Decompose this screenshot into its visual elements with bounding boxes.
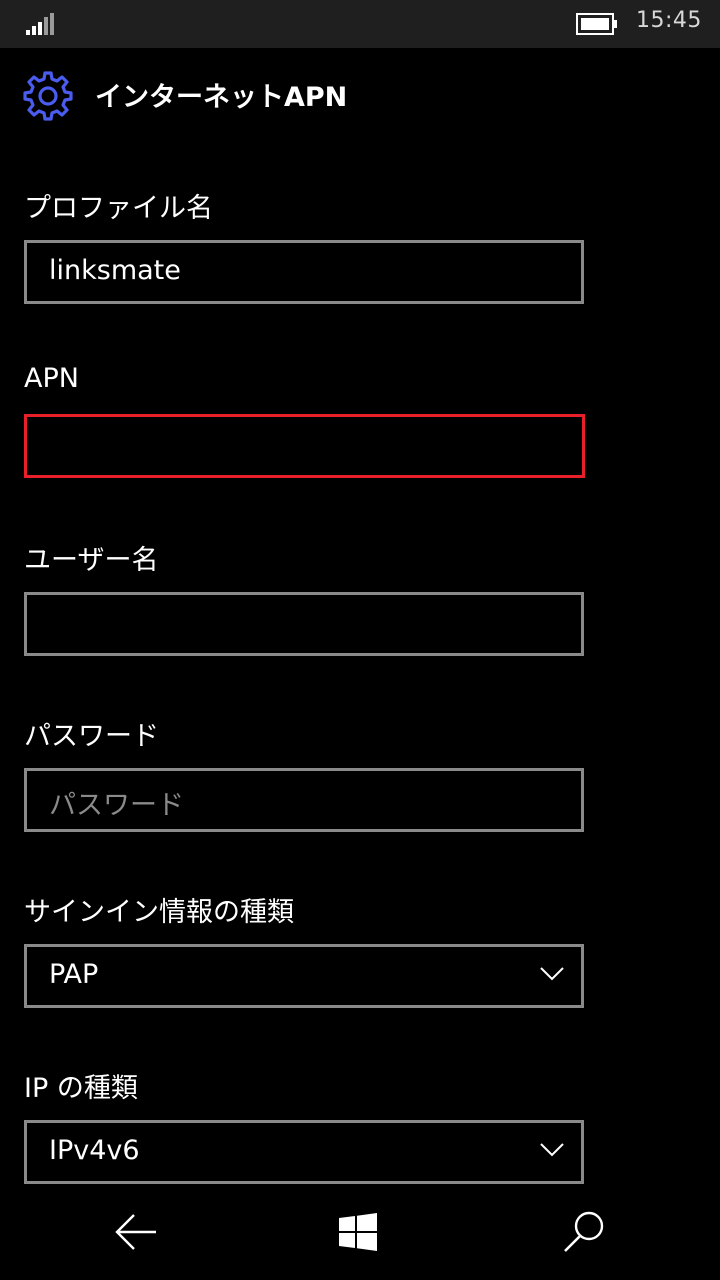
signal-strength-icon bbox=[26, 13, 54, 35]
profile-name-value: linksmate bbox=[49, 255, 181, 286]
navigation-bar bbox=[0, 1184, 720, 1280]
page-header: インターネットAPN bbox=[0, 48, 720, 144]
ip-type-selected: IPv4v6 bbox=[49, 1135, 140, 1166]
back-arrow-icon[interactable] bbox=[114, 1210, 158, 1254]
password-label: パスワード bbox=[24, 721, 159, 752]
apn-label: APN bbox=[24, 363, 79, 394]
ip-type-dropdown[interactable]: IPv4v6 bbox=[24, 1120, 584, 1184]
password-placeholder: パスワード bbox=[49, 790, 184, 821]
status-time: 15:45 bbox=[636, 8, 702, 33]
battery-icon bbox=[576, 13, 617, 35]
apn-input[interactable] bbox=[24, 414, 585, 478]
sign-in-type-label: サインイン情報の種類 bbox=[24, 897, 294, 928]
chevron-down-icon bbox=[540, 1143, 564, 1157]
username-input[interactable] bbox=[24, 592, 584, 656]
sign-in-type-dropdown[interactable]: PAP bbox=[24, 944, 584, 1008]
profile-name-input[interactable]: linksmate bbox=[24, 240, 584, 304]
page-title: インターネットAPN bbox=[95, 82, 348, 113]
status-bar: 15:45 bbox=[0, 0, 720, 48]
windows-start-icon[interactable] bbox=[338, 1212, 378, 1252]
gear-icon bbox=[23, 71, 73, 121]
ip-type-label: IP の種類 bbox=[24, 1073, 138, 1104]
profile-name-label: プロファイル名 bbox=[24, 193, 213, 224]
sign-in-type-selected: PAP bbox=[49, 959, 99, 990]
username-label: ユーザー名 bbox=[24, 545, 159, 576]
search-icon[interactable] bbox=[562, 1210, 606, 1254]
password-input[interactable]: パスワード bbox=[24, 768, 584, 832]
chevron-down-icon bbox=[540, 967, 564, 981]
